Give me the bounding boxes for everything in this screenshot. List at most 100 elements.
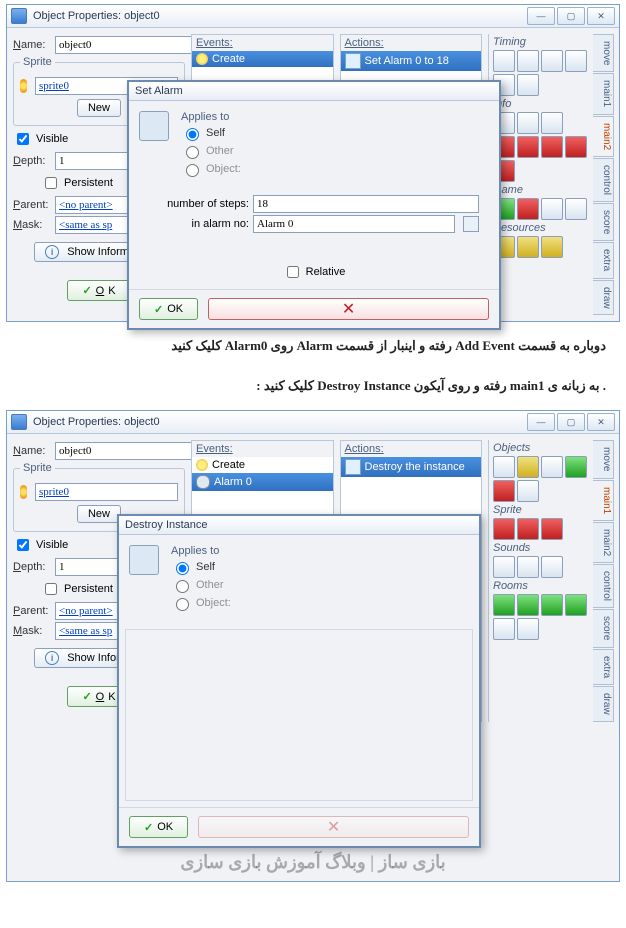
action-destroy[interactable]: Destroy the instance (341, 457, 482, 477)
save-icon[interactable] (541, 198, 563, 220)
red4-icon[interactable] (565, 136, 587, 158)
applies-object-radio[interactable]: Object: (171, 595, 231, 611)
visible-checkbox[interactable] (17, 539, 29, 551)
tab-extra[interactable]: extra (593, 649, 614, 685)
prev-room-icon[interactable] (493, 594, 515, 616)
action-set-alarm[interactable]: Set Alarm 0 to 18 (341, 51, 482, 71)
alarm-action-icon (345, 53, 361, 69)
load-icon[interactable] (565, 198, 587, 220)
persistent-checkbox[interactable] (45, 583, 57, 595)
visible-label: Visible (36, 133, 68, 145)
play-sound-icon[interactable] (493, 556, 515, 578)
name-label: Name: (13, 445, 51, 457)
restart-room-icon[interactable] (541, 594, 563, 616)
applies-object-radio[interactable]: Object: (181, 161, 241, 177)
actions-header: Actions: (341, 441, 482, 457)
alarmno-select[interactable] (253, 215, 455, 233)
sprite2-icon[interactable] (517, 518, 539, 540)
sprite1-icon[interactable] (493, 518, 515, 540)
maximize-button[interactable]: ▢ (557, 7, 585, 25)
timeline-pos-icon[interactable] (565, 50, 587, 72)
app-icon (11, 414, 27, 430)
dialog-ok-button[interactable]: OK (139, 298, 198, 320)
check-prev-icon[interactable] (493, 618, 515, 640)
tab-main2[interactable]: main2 (593, 522, 614, 563)
applies-other-radio[interactable]: Other (171, 577, 231, 593)
relative-checkbox[interactable] (287, 266, 299, 278)
name-input[interactable] (55, 36, 198, 54)
timeline-stop-icon[interactable] (517, 74, 539, 96)
ok-button[interactable]: OK (67, 280, 130, 301)
destroy-pos-icon[interactable] (517, 480, 539, 502)
tab-control[interactable]: control (593, 158, 614, 202)
close-button[interactable]: ✕ (587, 7, 615, 25)
tab-main1[interactable]: main1 (593, 480, 614, 521)
alarm-icon[interactable] (493, 50, 515, 72)
applies-self-radio[interactable]: Self (171, 559, 231, 575)
destroy-instance-icon[interactable] (493, 480, 515, 502)
change-instance-icon[interactable] (565, 456, 587, 478)
tab-move[interactable]: move (593, 34, 614, 72)
create-random-icon[interactable] (541, 456, 563, 478)
stop-sound-icon[interactable] (517, 556, 539, 578)
steps-input[interactable] (253, 195, 479, 213)
create-instance-icon[interactable] (493, 456, 515, 478)
sprite3-icon[interactable] (541, 518, 563, 540)
object-properties-window-1: Object Properties: object0 — ▢ ✕ Name: S… (6, 4, 620, 322)
event-alarm0[interactable]: Alarm 0 (192, 473, 333, 491)
goto-room-icon[interactable] (565, 594, 587, 616)
sleep-icon[interactable] (517, 50, 539, 72)
category-tabs: move main1 main2 control score extra dra… (593, 34, 613, 315)
red3-icon[interactable] (541, 136, 563, 158)
event-create[interactable]: Create (192, 51, 333, 67)
name-input[interactable] (55, 442, 198, 460)
tab-draw[interactable]: draw (593, 686, 614, 722)
close-button[interactable]: ✕ (587, 413, 615, 431)
endgame-icon[interactable] (517, 198, 539, 220)
visible-checkbox[interactable] (17, 133, 29, 145)
dialog-cancel-button[interactable]: ✕ (208, 298, 489, 320)
sprite-select[interactable] (35, 483, 178, 501)
dropdown-icon[interactable] (463, 216, 479, 232)
tab-main1[interactable]: main1 (593, 73, 614, 114)
tab-main2[interactable]: main2 (593, 116, 614, 157)
event-create[interactable]: Create (192, 457, 333, 473)
applies-to-icon[interactable] (129, 545, 159, 575)
sprite-title: Sprite (20, 56, 55, 68)
next-room-icon[interactable] (517, 594, 539, 616)
create-moving-icon[interactable] (517, 456, 539, 478)
alarm-event-icon (196, 475, 210, 489)
tab-control[interactable]: control (593, 564, 614, 608)
tab-move[interactable]: move (593, 440, 614, 478)
url-icon[interactable] (541, 112, 563, 134)
new-sprite-button[interactable]: New (77, 99, 121, 117)
info-action-icon[interactable] (517, 112, 539, 134)
check-sound-icon[interactable] (541, 556, 563, 578)
timeline-icon[interactable] (541, 50, 563, 72)
dialog-ok-button[interactable]: OK (129, 816, 188, 838)
relative-label: Relative (306, 266, 346, 278)
persistent-checkbox[interactable] (45, 177, 57, 189)
dialog-title: Destroy Instance (119, 516, 479, 535)
tab-score[interactable]: score (593, 609, 614, 647)
new-sprite-button[interactable]: New (77, 505, 121, 523)
res3-icon[interactable] (541, 236, 563, 258)
minimize-button[interactable]: — (527, 7, 555, 25)
applies-other-radio[interactable]: Other (181, 143, 241, 159)
cat-timing: Timing (493, 36, 587, 48)
minimize-button[interactable]: — (527, 413, 555, 431)
destroy-action-icon (345, 459, 361, 475)
tab-draw[interactable]: draw (593, 280, 614, 316)
check-next-icon[interactable] (517, 618, 539, 640)
events-header: Events: (192, 441, 333, 457)
tab-score[interactable]: score (593, 203, 614, 241)
applies-self-radio[interactable]: Self (181, 125, 241, 141)
red2-icon[interactable] (517, 136, 539, 158)
dialog-cancel-button[interactable]: ✕ (198, 816, 469, 838)
res2-icon[interactable] (517, 236, 539, 258)
app-icon (11, 8, 27, 24)
cat-objects: Objects (493, 442, 587, 454)
tab-extra[interactable]: extra (593, 242, 614, 278)
applies-to-icon[interactable] (139, 111, 169, 141)
maximize-button[interactable]: ▢ (557, 413, 585, 431)
